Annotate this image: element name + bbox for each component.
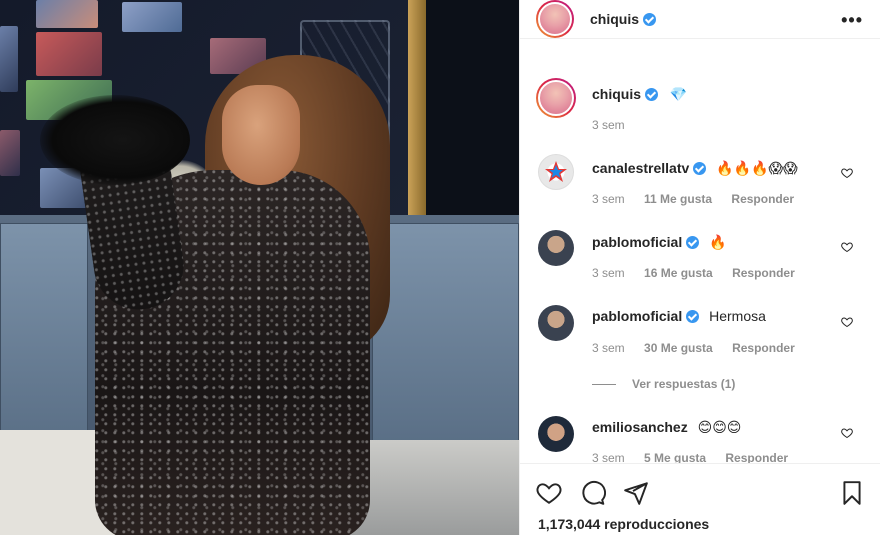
heart-icon[interactable] xyxy=(841,167,853,179)
comment-likes[interactable]: 16 Me gusta xyxy=(644,266,713,280)
author-avatar-caption[interactable] xyxy=(536,78,576,118)
comment-text: 😊😊😊 xyxy=(697,419,742,435)
heart-icon[interactable] xyxy=(536,480,562,506)
comment-likes[interactable]: 11 Me gusta xyxy=(644,192,712,206)
reply-button[interactable]: Responder xyxy=(732,266,795,280)
comments-list[interactable]: chiquis 💎 3 sem canalestrellatv 🔥🔥🔥😱😱 3 … xyxy=(520,40,880,463)
reply-button[interactable]: Responder xyxy=(731,192,794,206)
caption-time[interactable]: 3 sem xyxy=(592,118,625,132)
view-replies-button[interactable]: Ver respuestas (1) xyxy=(592,377,735,391)
comment-avatar[interactable] xyxy=(538,230,574,266)
post-media[interactable] xyxy=(0,0,519,535)
comment-avatar[interactable] xyxy=(538,305,574,341)
comment-username[interactable]: pablomoficial xyxy=(592,308,682,324)
caption-username[interactable]: chiquis xyxy=(592,86,641,102)
comment-time[interactable]: 3 sem xyxy=(592,266,625,280)
post-header: chiquis ••• xyxy=(520,0,880,39)
person-face xyxy=(222,85,300,185)
verified-badge-icon xyxy=(686,236,700,249)
more-options-icon[interactable]: ••• xyxy=(841,10,863,31)
author-avatar[interactable] xyxy=(536,0,574,38)
post-actions: 1,173,044 reproducciones xyxy=(520,463,880,535)
comment-avatar[interactable] xyxy=(538,154,574,190)
comment-username[interactable]: pablomoficial xyxy=(592,234,682,250)
heart-icon[interactable] xyxy=(841,427,853,439)
heart-icon[interactable] xyxy=(841,316,853,328)
comment-likes[interactable]: 30 Me gusta xyxy=(644,341,713,355)
comment-text: 🔥 xyxy=(709,234,727,250)
comment-username[interactable]: canalestrellatv xyxy=(592,160,689,176)
verified-badge-icon xyxy=(693,162,707,175)
caption-text: 💎 xyxy=(669,86,688,102)
comment-time[interactable]: 3 sem xyxy=(592,341,625,355)
author-username[interactable]: chiquis xyxy=(590,11,657,27)
star-logo-icon xyxy=(545,161,567,182)
post-sidebar: chiquis ••• chiquis 💎 3 sem canalestrell… xyxy=(519,0,880,535)
reply-button[interactable]: Responder xyxy=(725,451,788,463)
verified-badge-icon xyxy=(643,13,657,26)
comment-avatar[interactable] xyxy=(538,416,574,452)
share-icon[interactable] xyxy=(623,480,649,506)
comment-time[interactable]: 3 sem xyxy=(592,192,625,206)
comment-time[interactable]: 3 sem xyxy=(592,451,625,463)
comment-likes[interactable]: 5 Me gusta xyxy=(644,451,706,463)
verified-badge-icon xyxy=(645,88,659,101)
comment-username[interactable]: emiliosanchez xyxy=(592,419,688,435)
comment-icon[interactable] xyxy=(580,480,606,506)
bookmark-icon[interactable] xyxy=(839,480,865,506)
reply-button[interactable]: Responder xyxy=(732,341,795,355)
comment-text: Hermosa xyxy=(709,308,766,324)
views-count[interactable]: 1,173,044 reproducciones xyxy=(538,516,709,532)
heart-icon[interactable] xyxy=(841,241,853,253)
comment-text: 🔥🔥🔥😱😱 xyxy=(716,160,798,176)
verified-badge-icon xyxy=(686,310,700,323)
